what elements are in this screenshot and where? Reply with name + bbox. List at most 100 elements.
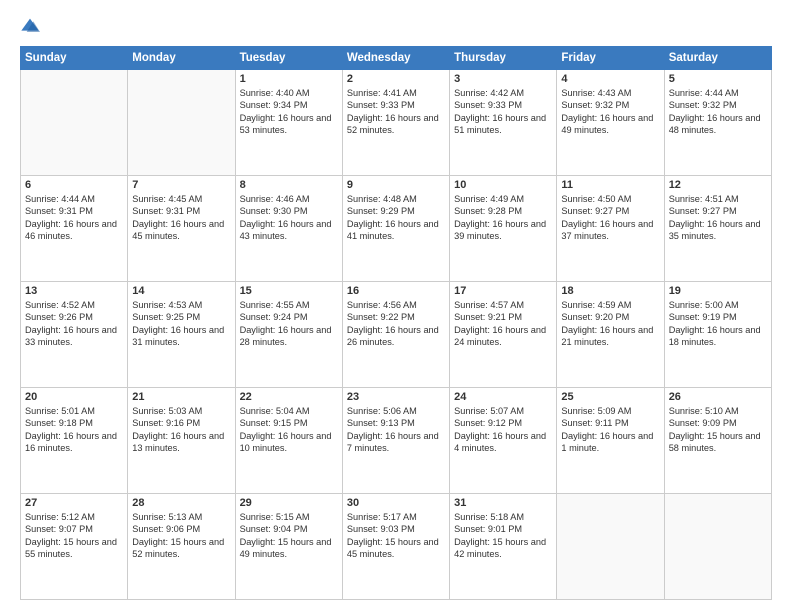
cell-info: Sunrise: 5:03 AM Sunset: 9:16 PM Dayligh…	[132, 405, 230, 455]
day-number: 15	[240, 285, 338, 297]
calendar-cell: 7 Sunrise: 4:45 AM Sunset: 9:31 PM Daylig…	[128, 176, 235, 282]
calendar-cell: 1 Sunrise: 4:40 AM Sunset: 9:34 PM Daylig…	[235, 70, 342, 176]
calendar-cell: 16 Sunrise: 4:56 AM Sunset: 9:22 PM Dayli…	[342, 282, 449, 388]
calendar-cell: 23 Sunrise: 5:06 AM Sunset: 9:13 PM Dayli…	[342, 388, 449, 494]
day-number: 24	[454, 391, 552, 403]
calendar-cell: 28Sunrise: 5:13 AM Sunset: 9:06 PM Dayli…	[128, 494, 235, 600]
calendar-day-header: Sunday	[21, 47, 128, 70]
calendar-cell: 13 Sunrise: 4:52 AM Sunset: 9:26 PM Dayli…	[21, 282, 128, 388]
calendar-day-header: Thursday	[450, 47, 557, 70]
calendar-day-header: Tuesday	[235, 47, 342, 70]
calendar-day-header: Friday	[557, 47, 664, 70]
day-number: 7	[132, 179, 230, 191]
day-number: 19	[669, 285, 767, 297]
day-number: 25	[561, 391, 659, 403]
cell-info: Sunrise: 5:10 AM Sunset: 9:09 PM Dayligh…	[669, 405, 767, 455]
calendar-cell: 27 Sunrise: 5:12 AM Sunset: 9:07 PM Dayli…	[21, 494, 128, 600]
day-number: 22	[240, 391, 338, 403]
calendar-cell: 11 Sunrise: 4:50 AM Sunset: 9:27 PM Dayli…	[557, 176, 664, 282]
cell-info: Sunrise: 4:56 AM Sunset: 9:22 PM Dayligh…	[347, 299, 445, 349]
logo-icon	[20, 16, 40, 36]
day-number: 6	[25, 179, 123, 191]
cell-info: Sunrise: 4:46 AM Sunset: 9:30 PM Dayligh…	[240, 193, 338, 243]
calendar-cell: 22Sunrise: 5:04 AM Sunset: 9:15 PM Dayli…	[235, 388, 342, 494]
calendar-cell: 31Sunrise: 5:18 AM Sunset: 9:01 PM Dayli…	[450, 494, 557, 600]
cell-info: Sunrise: 4:44 AM Sunset: 9:31 PM Dayligh…	[25, 193, 123, 243]
calendar-day-header: Monday	[128, 47, 235, 70]
calendar-table: SundayMondayTuesdayWednesdayThursdayFrid…	[20, 46, 772, 600]
day-number: 16	[347, 285, 445, 297]
cell-info: Sunrise: 4:41 AM Sunset: 9:33 PM Dayligh…	[347, 87, 445, 137]
cell-info: Sunrise: 4:52 AM Sunset: 9:26 PM Dayligh…	[25, 299, 123, 349]
header	[20, 16, 772, 36]
page: SundayMondayTuesdayWednesdayThursdayFrid…	[0, 0, 792, 612]
calendar-week-row: 1 Sunrise: 4:40 AM Sunset: 9:34 PM Daylig…	[21, 70, 772, 176]
calendar-cell	[21, 70, 128, 176]
calendar-cell: 17Sunrise: 4:57 AM Sunset: 9:21 PM Dayli…	[450, 282, 557, 388]
day-number: 8	[240, 179, 338, 191]
calendar-cell: 14Sunrise: 4:53 AM Sunset: 9:25 PM Dayli…	[128, 282, 235, 388]
cell-info: Sunrise: 4:43 AM Sunset: 9:32 PM Dayligh…	[561, 87, 659, 137]
day-number: 27	[25, 497, 123, 509]
calendar-cell: 3Sunrise: 4:42 AM Sunset: 9:33 PM Daylig…	[450, 70, 557, 176]
day-number: 18	[561, 285, 659, 297]
cell-info: Sunrise: 5:06 AM Sunset: 9:13 PM Dayligh…	[347, 405, 445, 455]
calendar-cell: 26 Sunrise: 5:10 AM Sunset: 9:09 PM Dayli…	[664, 388, 771, 494]
calendar-week-row: 13 Sunrise: 4:52 AM Sunset: 9:26 PM Dayli…	[21, 282, 772, 388]
cell-info: Sunrise: 5:09 AM Sunset: 9:11 PM Dayligh…	[561, 405, 659, 455]
cell-info: Sunrise: 4:51 AM Sunset: 9:27 PM Dayligh…	[669, 193, 767, 243]
cell-info: Sunrise: 4:44 AM Sunset: 9:32 PM Dayligh…	[669, 87, 767, 137]
logo	[20, 16, 44, 36]
calendar-cell: 30 Sunrise: 5:17 AM Sunset: 9:03 PM Dayli…	[342, 494, 449, 600]
cell-info: Sunrise: 5:01 AM Sunset: 9:18 PM Dayligh…	[25, 405, 123, 455]
day-number: 4	[561, 73, 659, 85]
day-number: 5	[669, 73, 767, 85]
calendar-cell: 10 Sunrise: 4:49 AM Sunset: 9:28 PM Dayli…	[450, 176, 557, 282]
day-number: 30	[347, 497, 445, 509]
day-number: 12	[669, 179, 767, 191]
cell-info: Sunrise: 4:49 AM Sunset: 9:28 PM Dayligh…	[454, 193, 552, 243]
calendar-cell: 8 Sunrise: 4:46 AM Sunset: 9:30 PM Daylig…	[235, 176, 342, 282]
day-number: 14	[132, 285, 230, 297]
cell-info: Sunrise: 5:12 AM Sunset: 9:07 PM Dayligh…	[25, 511, 123, 561]
cell-info: Sunrise: 4:48 AM Sunset: 9:29 PM Dayligh…	[347, 193, 445, 243]
day-number: 23	[347, 391, 445, 403]
calendar-cell	[128, 70, 235, 176]
calendar-week-row: 6 Sunrise: 4:44 AM Sunset: 9:31 PM Daylig…	[21, 176, 772, 282]
calendar-cell: 24Sunrise: 5:07 AM Sunset: 9:12 PM Dayli…	[450, 388, 557, 494]
cell-info: Sunrise: 5:17 AM Sunset: 9:03 PM Dayligh…	[347, 511, 445, 561]
calendar-cell: 20Sunrise: 5:01 AM Sunset: 9:18 PM Dayli…	[21, 388, 128, 494]
calendar-day-header: Saturday	[664, 47, 771, 70]
day-number: 10	[454, 179, 552, 191]
cell-info: Sunrise: 4:40 AM Sunset: 9:34 PM Dayligh…	[240, 87, 338, 137]
day-number: 17	[454, 285, 552, 297]
calendar-cell: 29 Sunrise: 5:15 AM Sunset: 9:04 PM Dayli…	[235, 494, 342, 600]
cell-info: Sunrise: 5:00 AM Sunset: 9:19 PM Dayligh…	[669, 299, 767, 349]
day-number: 11	[561, 179, 659, 191]
calendar-cell: 2 Sunrise: 4:41 AM Sunset: 9:33 PM Daylig…	[342, 70, 449, 176]
cell-info: Sunrise: 4:50 AM Sunset: 9:27 PM Dayligh…	[561, 193, 659, 243]
calendar-cell	[557, 494, 664, 600]
calendar-cell: 25 Sunrise: 5:09 AM Sunset: 9:11 PM Dayli…	[557, 388, 664, 494]
day-number: 9	[347, 179, 445, 191]
cell-info: Sunrise: 4:55 AM Sunset: 9:24 PM Dayligh…	[240, 299, 338, 349]
calendar-cell: 6 Sunrise: 4:44 AM Sunset: 9:31 PM Daylig…	[21, 176, 128, 282]
calendar-week-row: 27 Sunrise: 5:12 AM Sunset: 9:07 PM Dayli…	[21, 494, 772, 600]
calendar-cell: 15 Sunrise: 4:55 AM Sunset: 9:24 PM Dayli…	[235, 282, 342, 388]
day-number: 1	[240, 73, 338, 85]
calendar-cell: 18Sunrise: 4:59 AM Sunset: 9:20 PM Dayli…	[557, 282, 664, 388]
day-number: 29	[240, 497, 338, 509]
day-number: 2	[347, 73, 445, 85]
day-number: 31	[454, 497, 552, 509]
cell-info: Sunrise: 4:42 AM Sunset: 9:33 PM Dayligh…	[454, 87, 552, 137]
calendar-cell: 5 Sunrise: 4:44 AM Sunset: 9:32 PM Daylig…	[664, 70, 771, 176]
calendar-header-row: SundayMondayTuesdayWednesdayThursdayFrid…	[21, 47, 772, 70]
calendar-cell: 9 Sunrise: 4:48 AM Sunset: 9:29 PM Daylig…	[342, 176, 449, 282]
calendar-cell: 4 Sunrise: 4:43 AM Sunset: 9:32 PM Daylig…	[557, 70, 664, 176]
day-number: 26	[669, 391, 767, 403]
cell-info: Sunrise: 5:15 AM Sunset: 9:04 PM Dayligh…	[240, 511, 338, 561]
day-number: 13	[25, 285, 123, 297]
cell-info: Sunrise: 4:45 AM Sunset: 9:31 PM Dayligh…	[132, 193, 230, 243]
calendar-cell: 21Sunrise: 5:03 AM Sunset: 9:16 PM Dayli…	[128, 388, 235, 494]
cell-info: Sunrise: 5:13 AM Sunset: 9:06 PM Dayligh…	[132, 511, 230, 561]
